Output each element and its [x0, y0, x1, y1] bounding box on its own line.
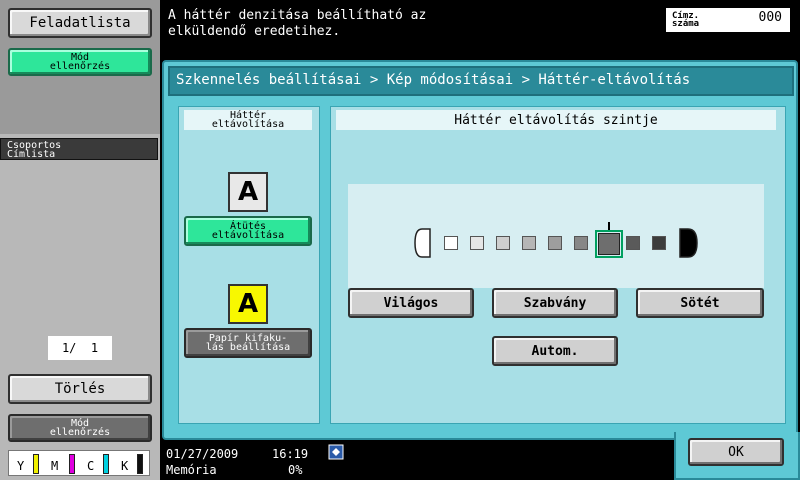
group-address-list-tab[interactable]: Csoportos Címlista [0, 138, 158, 160]
dark-button[interactable]: Sötét [636, 288, 764, 318]
light-button[interactable]: Világos [348, 288, 474, 318]
background-removal-title: Háttér eltávolítása [184, 110, 312, 130]
toner-bar-c [103, 454, 109, 474]
toner-bar-m [69, 454, 75, 474]
pager-indicator: 1/ 1 [48, 336, 112, 360]
toner-label-c: C [87, 459, 95, 473]
destination-count-label: Címz. száma [672, 11, 700, 29]
status-date: 01/27/2009 [166, 447, 239, 461]
toner-bar-k [137, 454, 143, 474]
dark-end-icon [679, 228, 698, 258]
memory-value: 0% [288, 463, 303, 477]
toner-label-y: Y [17, 459, 25, 473]
level-swatch-9[interactable] [652, 236, 666, 250]
level-swatch-1[interactable] [444, 236, 458, 250]
level-swatch-2[interactable] [470, 236, 484, 250]
toner-bar-y [33, 454, 39, 474]
level-swatch-8[interactable] [626, 236, 640, 250]
destination-count-value: 000 [758, 10, 782, 25]
delete-button[interactable]: Törlés [8, 374, 152, 404]
light-end-icon [414, 228, 431, 258]
level-swatch-6[interactable] [574, 236, 588, 250]
ok-button[interactable]: OK [688, 438, 784, 466]
bleed-through-icon: A [228, 172, 268, 212]
standard-button[interactable]: Szabvány [492, 288, 618, 318]
guidance-message: A háttér denzitása beállítható az elküld… [168, 8, 427, 39]
level-swatch-5[interactable] [548, 236, 562, 250]
bleed-through-removal-button[interactable]: Átütés eltávolítása [184, 216, 312, 246]
job-list-button[interactable]: Feladatlista [8, 8, 152, 38]
auto-button[interactable]: Autom. [492, 336, 618, 366]
background-removal-mode-panel [178, 106, 320, 424]
toner-levels: Y M C K [8, 450, 150, 476]
check-mode-top-button[interactable]: Mód ellenőrzés [8, 48, 152, 76]
destination-count-box: Címz. száma 000 [664, 6, 792, 34]
memory-label: Memória [166, 463, 217, 477]
check-mode-bottom-button[interactable]: Mód ellenőrzés [8, 414, 152, 442]
status-time: 16:19 [272, 447, 309, 461]
breadcrumb: Szkennelés beállításai > Kép módosításai… [176, 72, 691, 88]
level-swatch-3[interactable] [496, 236, 510, 250]
toner-label-k: K [121, 459, 129, 473]
paper-discoloration-icon: A [228, 284, 268, 324]
paper-discoloration-button[interactable]: Papír kifaku- lás beállítása [184, 328, 312, 358]
level-swatch-7[interactable] [598, 233, 620, 255]
level-title: Háttér eltávolítás szintje [336, 110, 776, 130]
level-pointer [608, 222, 610, 230]
level-swatch-4[interactable] [522, 236, 536, 250]
network-icon [328, 444, 344, 460]
toner-label-m: M [51, 459, 59, 473]
